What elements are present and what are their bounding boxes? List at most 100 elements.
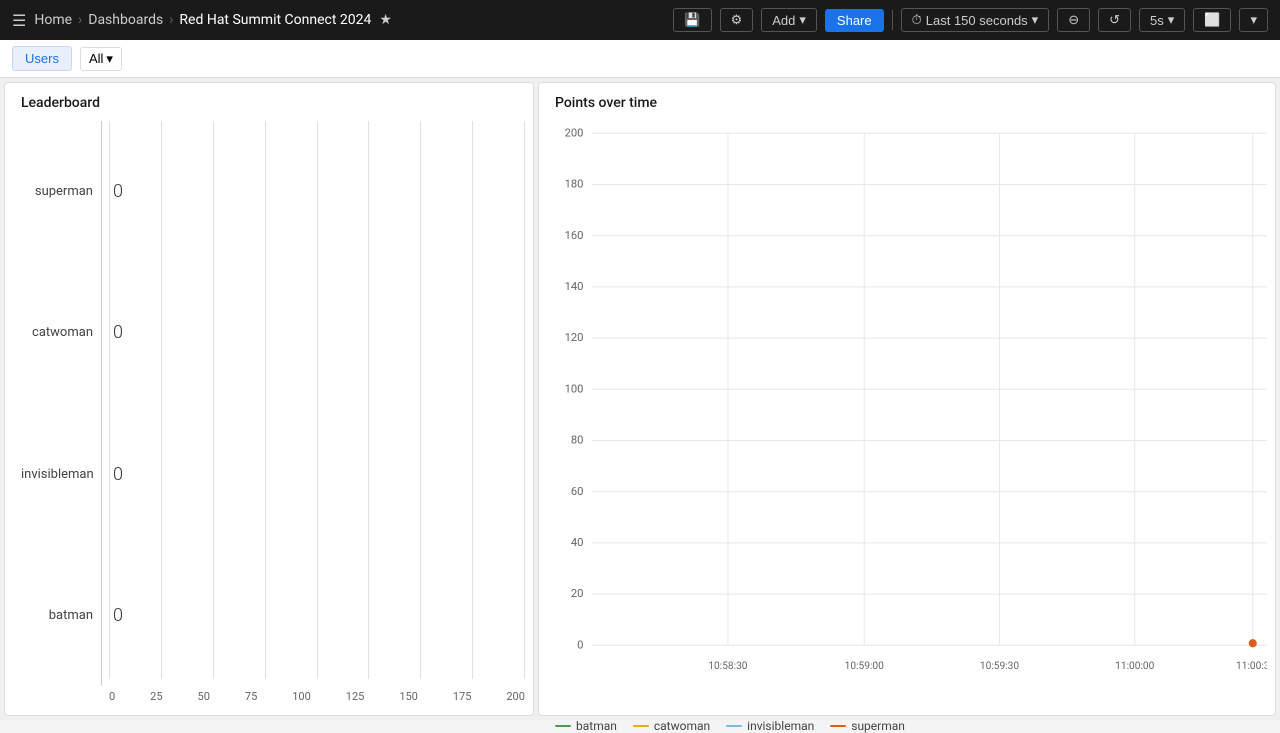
y-label-0: 0	[577, 638, 583, 651]
leaderboard-chart: superman 0 catwoman 0	[21, 121, 525, 703]
interval-chevron-icon: ▾	[1168, 12, 1175, 28]
x-label-75: 75	[245, 690, 257, 703]
save-button[interactable]: 💾	[673, 8, 711, 32]
breadcrumb: Home › Dashboards › Red Hat Summit Conne…	[34, 12, 371, 28]
bar-row-batman: batman 0	[21, 545, 525, 686]
time-chevron-icon: ▾	[1032, 12, 1039, 28]
bar-value-invisibleman: 0	[113, 464, 123, 485]
add-button[interactable]: Add ▾	[761, 8, 817, 32]
topbar-actions: 💾 ⚙ Add ▾ Share ⏱ Last 150 seconds ▾ ⊖ ↺…	[673, 8, 1268, 32]
points-panel-title: Points over time	[555, 95, 1267, 111]
interval-button[interactable]: 5s ▾	[1139, 8, 1185, 32]
legend-superman-dash	[830, 725, 846, 727]
line-chart-svg: 200 180 160 140 120 100 80 60 40 20 0	[555, 121, 1267, 715]
legend-invisibleman-label: invisibleman	[747, 719, 814, 733]
monitor-icon: ⬜	[1204, 12, 1220, 28]
time-range-label: Last 150 seconds	[926, 13, 1028, 28]
breadcrumb-sep-2: ›	[169, 12, 173, 28]
x-label-150: 150	[399, 690, 418, 703]
favorite-icon[interactable]: ★	[379, 12, 392, 28]
settings-button[interactable]: ⚙	[720, 8, 754, 32]
x-label-1: 10:58:30	[708, 661, 747, 672]
more-chevron-icon: ▾	[1250, 12, 1257, 28]
y-label-200: 200	[565, 126, 584, 139]
bar-row-invisibleman: invisibleman 0	[21, 404, 525, 545]
tab-users[interactable]: Users	[12, 46, 72, 71]
breadcrumb-dashboards[interactable]: Dashboards	[88, 12, 163, 28]
bar-line-invisibleman	[101, 404, 102, 545]
legend-catwoman-label: catwoman	[654, 719, 710, 733]
y-label-20: 20	[571, 587, 584, 600]
bar-value-catwoman: 0	[113, 322, 123, 343]
legend-invisibleman-dash	[726, 725, 742, 727]
share-button[interactable]: Share	[825, 9, 884, 32]
refresh-icon: ↺	[1109, 12, 1120, 28]
y-label-40: 40	[571, 536, 584, 549]
leaderboard-title: Leaderboard	[21, 95, 525, 111]
settings-icon: ⚙	[731, 12, 743, 28]
x-label-3: 10:59:30	[980, 661, 1019, 672]
bar-line-catwoman	[101, 262, 102, 403]
main-content: Leaderboard	[0, 78, 1280, 720]
legend-catwoman-dash	[633, 725, 649, 727]
filter-chevron-icon: ▾	[106, 51, 113, 67]
superman-dot	[1249, 639, 1257, 647]
add-chevron-icon: ▾	[799, 12, 806, 28]
legend-batman-dash	[555, 725, 571, 727]
interval-label: 5s	[1150, 13, 1164, 28]
x-label-2: 10:59:00	[845, 661, 884, 672]
legend-catwoman: catwoman	[633, 719, 710, 733]
leaderboard-panel: Leaderboard	[4, 82, 534, 716]
bar-container-superman: 0	[101, 121, 525, 262]
x-label-125: 125	[346, 690, 365, 703]
subbar: Users All ▾	[0, 40, 1280, 78]
x-label-25: 25	[150, 690, 162, 703]
points-panel: Points over time 200 180 160 140 120 100…	[538, 82, 1276, 716]
bar-container-invisibleman: 0	[101, 404, 525, 545]
x-label-4: 11:00:00	[1115, 661, 1154, 672]
bar-container-catwoman: 0	[101, 262, 525, 403]
y-label-160: 160	[565, 229, 584, 242]
save-icon: 💾	[684, 12, 700, 28]
y-label-180: 180	[565, 178, 584, 191]
bar-label-batman: batman	[21, 608, 101, 623]
time-range-button[interactable]: ⏱ Last 150 seconds ▾	[901, 8, 1050, 32]
filter-all-label: All	[89, 51, 103, 66]
bar-value-superman: 0	[113, 181, 123, 202]
y-label-100: 100	[565, 382, 584, 395]
breadcrumb-home[interactable]: Home	[34, 12, 72, 28]
refresh-button[interactable]: ↺	[1098, 8, 1131, 32]
zoom-out-button[interactable]: ⊖	[1057, 8, 1090, 32]
bar-label-superman: superman	[21, 184, 101, 199]
chart-legend: batman catwoman invisibleman superman	[555, 715, 1267, 733]
time-icon: ⏱	[912, 12, 922, 28]
x-label-175: 175	[453, 690, 472, 703]
bar-label-invisibleman: invisibleman	[21, 467, 101, 482]
breadcrumb-current: Red Hat Summit Connect 2024	[179, 12, 371, 28]
x-label-200: 200	[506, 690, 525, 703]
menu-icon[interactable]: ☰	[12, 11, 26, 30]
x-label-50: 50	[198, 690, 210, 703]
y-label-140: 140	[565, 280, 584, 293]
y-label-80: 80	[571, 434, 584, 447]
more-button[interactable]: ▾	[1239, 8, 1268, 32]
bar-row-catwoman: catwoman 0	[21, 262, 525, 403]
y-label-120: 120	[565, 331, 584, 344]
x-label-0: 0	[109, 690, 115, 703]
legend-batman-label: batman	[576, 719, 617, 733]
bar-line-superman	[101, 121, 102, 262]
add-label: Add	[772, 13, 795, 28]
y-label-60: 60	[571, 485, 584, 498]
legend-superman: superman	[830, 719, 905, 733]
topbar: ☰ Home › Dashboards › Red Hat Summit Con…	[0, 0, 1280, 40]
line-chart-area: 200 180 160 140 120 100 80 60 40 20 0	[555, 121, 1267, 715]
monitor-button[interactable]: ⬜	[1193, 8, 1231, 32]
legend-batman: batman	[555, 719, 617, 733]
bar-container-batman: 0	[101, 545, 525, 686]
breadcrumb-sep-1: ›	[78, 12, 82, 28]
x-label-5: 11:00:3	[1236, 661, 1267, 672]
bar-value-batman: 0	[113, 605, 123, 626]
filter-all-dropdown[interactable]: All ▾	[80, 47, 122, 71]
legend-superman-label: superman	[851, 719, 905, 733]
separator	[892, 10, 893, 30]
